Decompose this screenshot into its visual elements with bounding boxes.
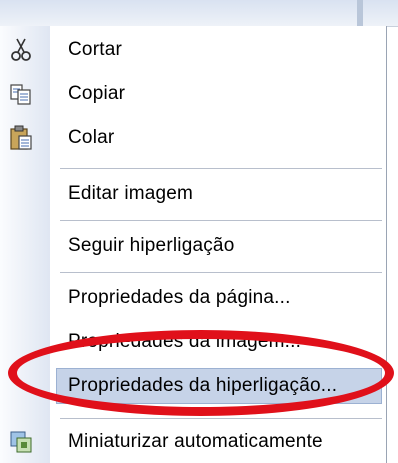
menu-item-copy[interactable]: Copiar [0, 74, 384, 114]
window-top-strip [0, 0, 398, 27]
auto-thumbnail-icon [6, 427, 36, 457]
menu-separator [60, 272, 382, 273]
menu-item-paste[interactable]: Colar [0, 118, 384, 158]
menu-separator [60, 418, 382, 419]
menu-item-label: Colar [68, 127, 115, 148]
menu-item-follow-hyperlink[interactable]: Seguir hiperligação [0, 226, 384, 266]
menu-item-label: Propriedades da página... [68, 287, 291, 308]
menu-item-label: Editar imagem [68, 183, 194, 204]
toolbar-edge [357, 0, 363, 26]
menu-item-edit-image[interactable]: Editar imagem [0, 174, 384, 214]
menu-item-label: Miniaturizar automaticamente [68, 431, 323, 452]
menu-item-label: Propriedades da hiperligação... [68, 375, 338, 396]
menu-item-label: Copiar [68, 83, 126, 104]
menu-item-image-properties[interactable]: Propriedades da imagem... [0, 322, 384, 362]
menu-item-cut[interactable]: Cortar [0, 30, 384, 70]
menu-item-label: Cortar [68, 39, 122, 60]
menu-separator [60, 168, 382, 169]
menu-item-auto-thumbnail[interactable]: Miniaturizar automaticamente [0, 422, 384, 462]
scissors-icon [6, 35, 36, 65]
copy-icon [6, 79, 36, 109]
context-menu: Cortar Copiar Colar Editar imagem Seguir… [0, 26, 387, 463]
paste-icon [6, 123, 36, 153]
menu-item-hyperlink-properties[interactable]: Propriedades da hiperligação... [0, 366, 384, 406]
menu-separator [60, 220, 382, 221]
menu-item-page-properties[interactable]: Propriedades da página... [0, 278, 384, 318]
menu-item-label: Propriedades da imagem... [68, 331, 302, 352]
menu-item-label: Seguir hiperligação [68, 235, 235, 256]
